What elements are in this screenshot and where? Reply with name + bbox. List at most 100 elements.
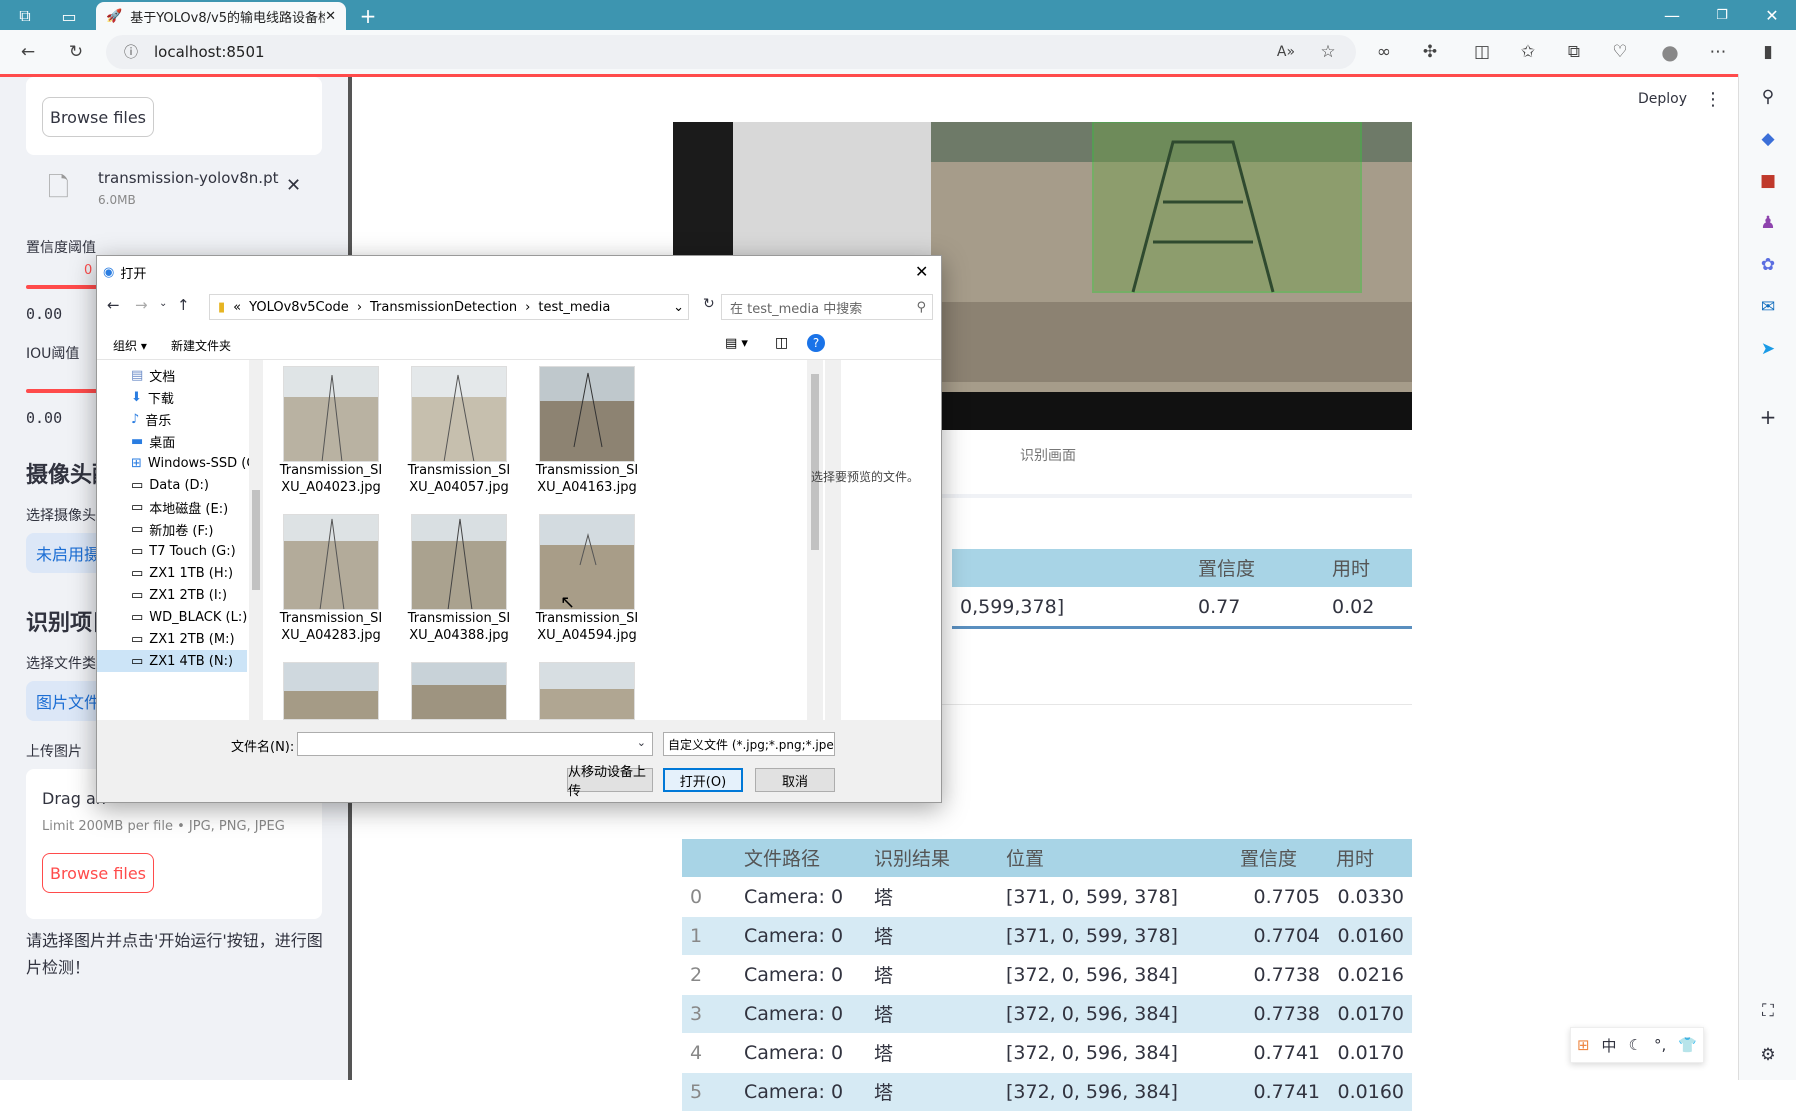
dialog-close-icon[interactable]: ✕ (915, 262, 928, 281)
tree-item[interactable]: ▭ 新加卷 (F:) (131, 518, 213, 540)
tree-item[interactable]: ▭ T7 Touch (G:) (131, 540, 236, 562)
crumb-1[interactable]: TransmissionDetection (370, 300, 517, 315)
moon-icon[interactable]: ☾ (1629, 1036, 1642, 1054)
nav-forward-icon[interactable]: → (135, 296, 148, 314)
settings-gear-icon[interactable]: ⚙ (1755, 1042, 1781, 1068)
file-icon: 🗋 (48, 173, 69, 203)
tree-item[interactable]: ⬇ 下载 (131, 386, 174, 408)
telegram-icon[interactable]: ➤ (1755, 336, 1781, 362)
file-item[interactable]: Transmission_SI XU_A04163.jpg (527, 366, 647, 496)
new-folder-button[interactable]: 新建文件夹 (171, 337, 231, 354)
file-item[interactable]: Transmission_SI XU_A04283.jpg (271, 514, 391, 644)
more-menu-icon[interactable]: ⋯ (1702, 36, 1734, 68)
punctuation-icon[interactable]: °, (1654, 1036, 1666, 1054)
workspaces-icon[interactable]: ⧉ (14, 5, 36, 27)
ime-chinese-mode[interactable]: 中 (1602, 1035, 1617, 1056)
screenshot-icon[interactable]: ⛶ (1755, 998, 1781, 1024)
tools-briefcase-icon[interactable]: ■ (1755, 168, 1781, 194)
refresh-folder-icon[interactable]: ↻ (703, 296, 715, 312)
drive-icon: ▭ (131, 631, 144, 647)
outlook-icon[interactable]: ✉ (1755, 294, 1781, 320)
cell-result: 塔 (866, 876, 998, 916)
file-item[interactable]: Transmission_SI XU_A04594.jpg (527, 514, 647, 644)
window-close-icon[interactable]: ✕ (1760, 4, 1784, 26)
preview-pane-icon[interactable]: ◫ (775, 335, 788, 351)
main-menu-icon[interactable]: ⋮ (1704, 89, 1722, 110)
close-tab-icon[interactable]: ✕ (325, 9, 336, 24)
open-button[interactable]: 打开(O) (663, 768, 743, 792)
extensions-icon[interactable]: ✣ (1414, 36, 1446, 68)
profile-avatar-icon[interactable]: ● (1654, 36, 1686, 68)
nav-back-icon[interactable]: ← (107, 296, 120, 314)
recent-locations-icon[interactable]: ⌄ (159, 298, 167, 309)
ime-toolbar[interactable]: ⊞ 中 ☾ °, 👕 (1570, 1027, 1704, 1063)
new-tab-icon[interactable]: + (356, 4, 380, 28)
deploy-button[interactable]: Deploy (1638, 91, 1687, 107)
copilot-loop-icon[interactable]: ∞ (1368, 36, 1400, 68)
file-item[interactable]: Transmission_SI XU_A04023.jpg (271, 366, 391, 496)
browser-tab-active[interactable]: 🚀 基于YOLOv8/v5的输电线路设备检测 ✕ (96, 2, 346, 30)
organize-menu[interactable]: 组织 ▾ (113, 337, 147, 354)
back-icon[interactable]: ← (12, 36, 44, 68)
file-name-line1: Transmission_SI (535, 611, 639, 626)
tree-item[interactable]: ▤ 文档 (131, 364, 175, 386)
cancel-button[interactable]: 取消 (755, 768, 835, 792)
tree-item[interactable]: ▭ Data (D:) (131, 474, 209, 496)
upload-from-mobile-button[interactable]: 从移动设备上传 (567, 765, 653, 799)
file-thumbnail-partial[interactable] (411, 662, 507, 720)
copilot-icon[interactable]: ✿ (1755, 252, 1781, 278)
favorites-icon[interactable]: ✩ (1512, 36, 1544, 68)
crumb-0[interactable]: YOLOv8v5Code (249, 300, 349, 315)
browse-files-button-bottom[interactable]: Browse files (42, 853, 154, 893)
favorite-star-icon[interactable]: ☆ (1312, 36, 1344, 68)
tree-item[interactable]: ▭ WD_BLACK (L:) (131, 606, 247, 628)
path-dropdown-icon[interactable]: ⌄ (673, 300, 684, 315)
help-icon[interactable]: ? (807, 334, 825, 352)
filename-input[interactable]: ⌄ (297, 732, 653, 756)
skin-shirt-icon[interactable]: 👕 (1678, 1036, 1697, 1054)
search-icon[interactable]: ⚲ (1755, 84, 1781, 110)
shopping-tag-icon[interactable]: ◆ (1755, 126, 1781, 152)
url-field[interactable]: ⓘ localhost:8501 (106, 35, 1356, 69)
nav-up-icon[interactable]: ↑ (177, 296, 190, 314)
browse-files-button-top[interactable]: Browse files (42, 97, 154, 137)
tree-item[interactable]: ▭ ZX1 2TB (I:) (131, 584, 227, 606)
refresh-icon[interactable]: ↻ (60, 36, 92, 68)
cell-path: Camera: 0 (736, 876, 866, 916)
tree-scrollbar[interactable] (249, 360, 263, 720)
add-sidebar-app-icon[interactable]: + (1755, 404, 1781, 430)
tree-item[interactable]: ▬ 桌面 (131, 430, 175, 452)
navigation-tree: ▤ 文档 ⬇ 下载 ♪ 音乐 ▬ 桌面 ⊞ Windows-SSD (C ▭ Data (D… (97, 360, 265, 720)
dialog-titlebar: ◉ 打开 ✕ (97, 256, 941, 288)
browser-essentials-icon[interactable]: ♡ (1604, 36, 1636, 68)
file-item[interactable]: Transmission_SI XU_A04388.jpg (399, 514, 519, 644)
path-breadcrumb[interactable]: ▮ « YOLOv8v5Code › TransmissionDetection ›… (209, 294, 689, 320)
read-aloud-icon[interactable]: A» (1270, 36, 1302, 68)
minimize-icon[interactable]: — (1660, 4, 1684, 26)
tab-actions-icon[interactable]: ▭ (58, 5, 80, 27)
split-screen-icon[interactable]: ◫ (1466, 36, 1498, 68)
tree-item-selected[interactable]: ▭ ZX1 4TB (N:) (97, 650, 247, 672)
file-thumbnail-partial[interactable] (283, 662, 379, 720)
mouse-cursor-icon: ↖ (560, 592, 576, 613)
tree-scroll-thumb[interactable] (252, 490, 260, 590)
tree-item[interactable]: ▭ ZX1 2TB (M:) (131, 628, 235, 650)
file-thumbnail-partial[interactable] (539, 662, 635, 720)
tree-item[interactable]: ♪ 音乐 (131, 408, 171, 430)
tree-item[interactable]: ⊞ Windows-SSD (C (131, 452, 255, 474)
tree-item[interactable]: ▭ ZX1 1TB (H:) (131, 562, 233, 584)
crumb-2[interactable]: test_media (538, 300, 610, 315)
file-item[interactable]: Transmission_SI XU_A04057.jpg (399, 366, 519, 496)
filetype-select[interactable]: 自定义文件 (*.jpg;*.png;*.jpeg (663, 732, 835, 756)
remove-file-icon[interactable]: ✕ (286, 175, 301, 196)
file-list-scrollbar[interactable] (807, 360, 823, 720)
collections-icon[interactable]: ⧉ (1558, 36, 1590, 68)
file-scroll-thumb[interactable] (811, 374, 819, 550)
tree-item[interactable]: ▭ 本地磁盘 (E:) (131, 496, 228, 518)
filename-dropdown-icon[interactable]: ⌄ (637, 736, 646, 749)
restore-icon[interactable]: ❐ (1710, 4, 1734, 26)
folder-search-input[interactable]: 在 test_media 中搜索 ⚲ (721, 294, 933, 320)
games-icon[interactable]: ♟ (1755, 210, 1781, 236)
view-options-icon[interactable]: ▤ ▾ (725, 336, 748, 351)
sidebar-toggle-icon[interactable]: ▮ (1752, 36, 1784, 68)
